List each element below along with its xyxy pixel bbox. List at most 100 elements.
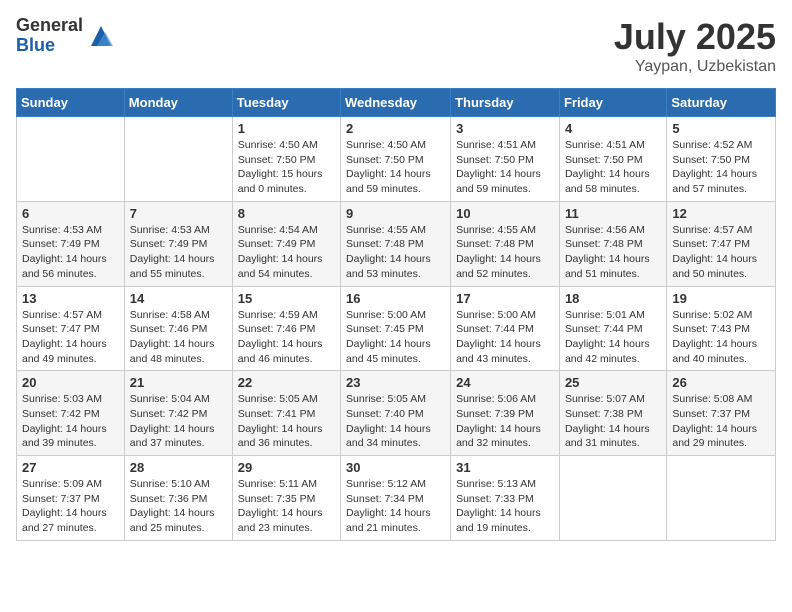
day-info: Sunrise: 5:02 AM Sunset: 7:43 PM Dayligh… [672,308,770,367]
day-info: Sunrise: 4:58 AM Sunset: 7:46 PM Dayligh… [130,308,227,367]
day-number: 27 [22,460,119,475]
day-info: Sunrise: 4:59 AM Sunset: 7:46 PM Dayligh… [238,308,335,367]
calendar-week-row: 6 Sunrise: 4:53 AM Sunset: 7:49 PM Daylig… [17,201,776,286]
calendar-cell: 2 Sunrise: 4:50 AM Sunset: 7:50 PM Daylig… [341,117,451,202]
day-number: 30 [346,460,445,475]
day-info: Sunrise: 5:08 AM Sunset: 7:37 PM Dayligh… [672,392,770,451]
day-number: 14 [130,291,227,306]
day-info: Sunrise: 5:03 AM Sunset: 7:42 PM Dayligh… [22,392,119,451]
day-number: 21 [130,375,227,390]
calendar-header-monday: Monday [124,89,232,117]
day-info: Sunrise: 5:09 AM Sunset: 7:37 PM Dayligh… [22,477,119,536]
day-number: 28 [130,460,227,475]
day-number: 22 [238,375,335,390]
calendar-cell: 9 Sunrise: 4:55 AM Sunset: 7:48 PM Daylig… [341,201,451,286]
day-number: 4 [565,121,661,136]
calendar-header-row: SundayMondayTuesdayWednesdayThursdayFrid… [17,89,776,117]
calendar-week-row: 20 Sunrise: 5:03 AM Sunset: 7:42 PM Dayli… [17,371,776,456]
day-info: Sunrise: 5:06 AM Sunset: 7:39 PM Dayligh… [456,392,554,451]
calendar-cell: 14 Sunrise: 4:58 AM Sunset: 7:46 PM Dayli… [124,286,232,371]
day-number: 31 [456,460,554,475]
calendar-cell: 10 Sunrise: 4:55 AM Sunset: 7:48 PM Dayli… [451,201,560,286]
day-number: 20 [22,375,119,390]
calendar-cell: 15 Sunrise: 4:59 AM Sunset: 7:46 PM Dayli… [232,286,340,371]
day-info: Sunrise: 5:10 AM Sunset: 7:36 PM Dayligh… [130,477,227,536]
page-header: General Blue July 2025 Yaypan, Uzbekista… [16,16,776,76]
calendar-cell: 1 Sunrise: 4:50 AM Sunset: 7:50 PM Daylig… [232,117,340,202]
day-number: 2 [346,121,445,136]
day-info: Sunrise: 4:56 AM Sunset: 7:48 PM Dayligh… [565,223,661,282]
calendar-cell [124,117,232,202]
day-number: 24 [456,375,554,390]
calendar-cell: 27 Sunrise: 5:09 AM Sunset: 7:37 PM Dayli… [17,456,125,541]
calendar-cell: 30Sunrise: 5:12 AM Sunset: 7:34 PM Dayli… [341,456,451,541]
day-info: Sunrise: 4:57 AM Sunset: 7:47 PM Dayligh… [22,308,119,367]
day-number: 9 [346,206,445,221]
day-info: Sunrise: 5:00 AM Sunset: 7:44 PM Dayligh… [456,308,554,367]
calendar-cell: 22Sunrise: 5:05 AM Sunset: 7:41 PM Dayli… [232,371,340,456]
day-info: Sunrise: 5:07 AM Sunset: 7:38 PM Dayligh… [565,392,661,451]
calendar-week-row: 27 Sunrise: 5:09 AM Sunset: 7:37 PM Dayli… [17,456,776,541]
logo-blue-text: Blue [16,36,83,56]
calendar-cell: 28 Sunrise: 5:10 AM Sunset: 7:36 PM Dayli… [124,456,232,541]
day-info: Sunrise: 5:01 AM Sunset: 7:44 PM Dayligh… [565,308,661,367]
day-number: 25 [565,375,661,390]
logo: General Blue [16,16,115,56]
calendar-cell: 31Sunrise: 5:13 AM Sunset: 7:33 PM Dayli… [451,456,560,541]
calendar-cell: 6 Sunrise: 4:53 AM Sunset: 7:49 PM Daylig… [17,201,125,286]
calendar-cell: 3Sunrise: 4:51 AM Sunset: 7:50 PM Daylig… [451,117,560,202]
calendar-week-row: 13 Sunrise: 4:57 AM Sunset: 7:47 PM Dayli… [17,286,776,371]
day-info: Sunrise: 4:55 AM Sunset: 7:48 PM Dayligh… [456,223,554,282]
logo-general-text: General [16,16,83,36]
day-info: Sunrise: 4:50 AM Sunset: 7:50 PM Dayligh… [346,138,445,197]
day-number: 12 [672,206,770,221]
location-title: Yaypan, Uzbekistan [614,58,776,76]
title-block: July 2025 Yaypan, Uzbekistan [614,16,776,76]
calendar-header-thursday: Thursday [451,89,560,117]
calendar-cell: 26Sunrise: 5:08 AM Sunset: 7:37 PM Dayli… [667,371,776,456]
calendar-header-wednesday: Wednesday [341,89,451,117]
calendar-cell: 13 Sunrise: 4:57 AM Sunset: 7:47 PM Dayli… [17,286,125,371]
day-info: Sunrise: 5:05 AM Sunset: 7:40 PM Dayligh… [346,392,445,451]
day-number: 5 [672,121,770,136]
calendar-cell: 4Sunrise: 4:51 AM Sunset: 7:50 PM Daylig… [559,117,666,202]
calendar-header-tuesday: Tuesday [232,89,340,117]
calendar-header-saturday: Saturday [667,89,776,117]
calendar-cell: 8 Sunrise: 4:54 AM Sunset: 7:49 PM Daylig… [232,201,340,286]
day-number: 16 [346,291,445,306]
calendar-cell: 18 Sunrise: 5:01 AM Sunset: 7:44 PM Dayli… [559,286,666,371]
day-info: Sunrise: 5:11 AM Sunset: 7:35 PM Dayligh… [238,477,335,536]
day-info: Sunrise: 4:53 AM Sunset: 7:49 PM Dayligh… [22,223,119,282]
day-number: 13 [22,291,119,306]
day-number: 23 [346,375,445,390]
calendar-cell: 21Sunrise: 5:04 AM Sunset: 7:42 PM Dayli… [124,371,232,456]
day-info: Sunrise: 5:00 AM Sunset: 7:45 PM Dayligh… [346,308,445,367]
day-number: 10 [456,206,554,221]
day-number: 15 [238,291,335,306]
day-info: Sunrise: 4:53 AM Sunset: 7:49 PM Dayligh… [130,223,227,282]
day-number: 19 [672,291,770,306]
calendar-cell: 11 Sunrise: 4:56 AM Sunset: 7:48 PM Dayli… [559,201,666,286]
calendar-cell: 20 Sunrise: 5:03 AM Sunset: 7:42 PM Dayli… [17,371,125,456]
day-number: 6 [22,206,119,221]
logo-icon [87,22,115,50]
calendar-cell [559,456,666,541]
day-info: Sunrise: 4:55 AM Sunset: 7:48 PM Dayligh… [346,223,445,282]
calendar-cell: 23 Sunrise: 5:05 AM Sunset: 7:40 PM Dayli… [341,371,451,456]
calendar-cell: 24 Sunrise: 5:06 AM Sunset: 7:39 PM Dayli… [451,371,560,456]
calendar-cell: 12Sunrise: 4:57 AM Sunset: 7:47 PM Dayli… [667,201,776,286]
day-number: 18 [565,291,661,306]
calendar-week-row: 1 Sunrise: 4:50 AM Sunset: 7:50 PM Daylig… [17,117,776,202]
calendar-cell: 5 Sunrise: 4:52 AM Sunset: 7:50 PM Daylig… [667,117,776,202]
calendar-cell: 16 Sunrise: 5:00 AM Sunset: 7:45 PM Dayli… [341,286,451,371]
calendar-cell: 29Sunrise: 5:11 AM Sunset: 7:35 PM Dayli… [232,456,340,541]
day-number: 8 [238,206,335,221]
day-number: 7 [130,206,227,221]
day-number: 11 [565,206,661,221]
day-info: Sunrise: 4:52 AM Sunset: 7:50 PM Dayligh… [672,138,770,197]
day-info: Sunrise: 4:54 AM Sunset: 7:49 PM Dayligh… [238,223,335,282]
calendar-table: SundayMondayTuesdayWednesdayThursdayFrid… [16,88,776,541]
day-number: 3 [456,121,554,136]
day-number: 1 [238,121,335,136]
day-info: Sunrise: 4:50 AM Sunset: 7:50 PM Dayligh… [238,138,335,197]
